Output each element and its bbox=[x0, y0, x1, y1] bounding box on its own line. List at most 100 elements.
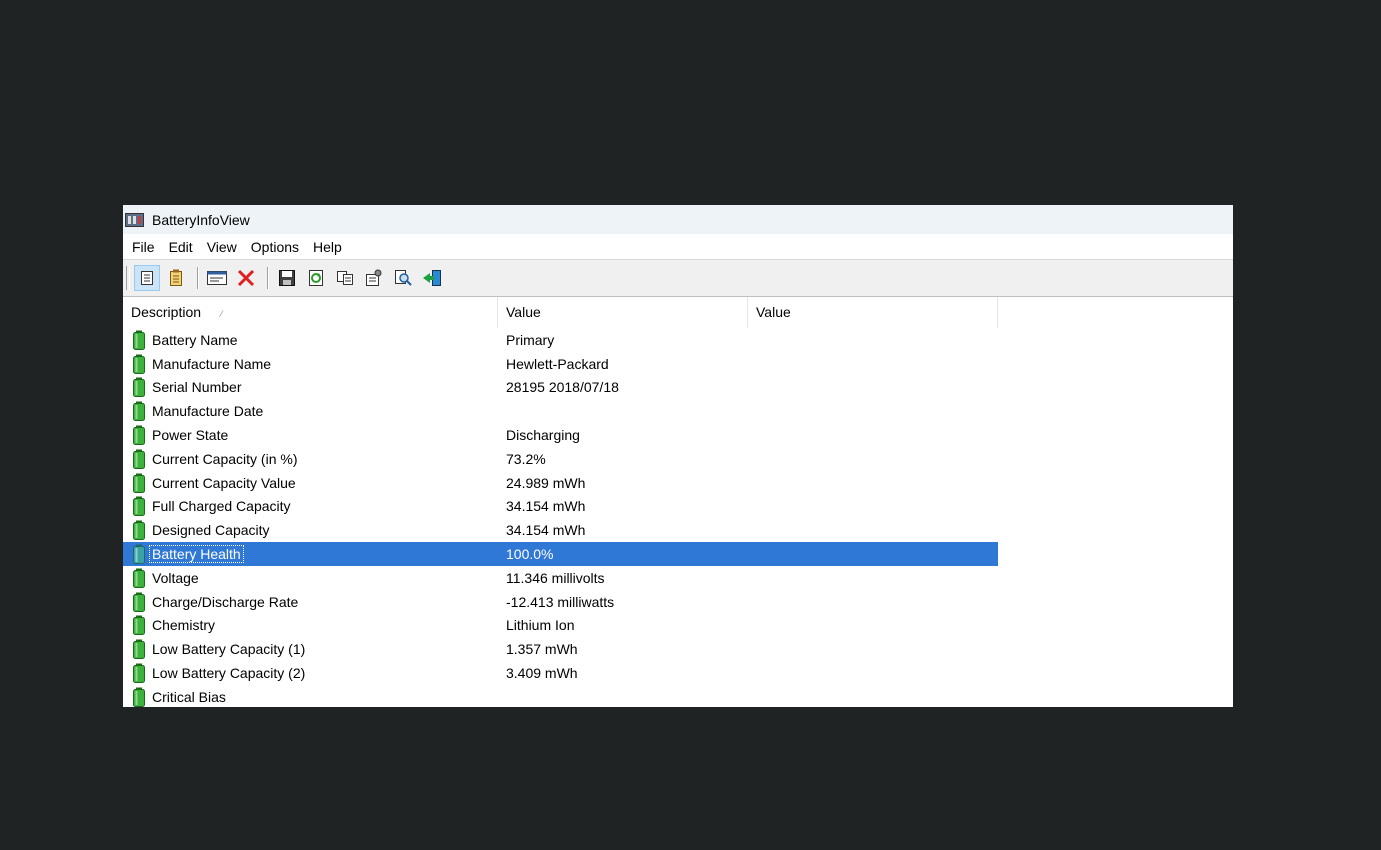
value-cell: Lithium Ion bbox=[506, 617, 575, 634]
battery-icon bbox=[133, 592, 145, 612]
app-window: BatteryInfoView File Edit View Options H… bbox=[123, 205, 1233, 707]
battery-icon bbox=[133, 425, 145, 446]
app-icon bbox=[125, 212, 145, 228]
table-row[interactable]: Serial Number 28195 2018/07/18 bbox=[123, 376, 998, 400]
value-cell: 100.0% bbox=[506, 546, 554, 563]
toolbar-grip[interactable] bbox=[126, 266, 130, 290]
description-cell: Battery Name bbox=[123, 330, 498, 350]
description-cell: Manufacture Name bbox=[123, 354, 498, 374]
properties-icon[interactable] bbox=[134, 265, 160, 291]
description-label: Battery Name bbox=[152, 331, 238, 348]
description-label: Low Battery Capacity (1) bbox=[152, 641, 306, 658]
battery-info-list[interactable]: Description ⁄ Value Value Battery Name Pr… bbox=[123, 297, 1233, 707]
table-row[interactable]: Low Battery Capacity (1) 1.357 mWh bbox=[123, 637, 998, 661]
description-label: Current Capacity (in %) bbox=[152, 450, 298, 467]
title-bar[interactable]: BatteryInfoView bbox=[123, 205, 1233, 234]
description-label: Charge/Discharge Rate bbox=[152, 593, 299, 610]
description-cell: Chemistry bbox=[123, 615, 498, 636]
battery-icon bbox=[133, 687, 145, 707]
description-cell: Power State bbox=[123, 425, 498, 446]
column-header-label: Value bbox=[756, 304, 791, 320]
table-row[interactable]: Full Charged Capacity 34.154 mWh bbox=[123, 495, 998, 519]
table-row[interactable]: Current Capacity Value 24.989 mWh bbox=[123, 471, 998, 495]
column-header-label: Description bbox=[131, 304, 202, 320]
table-row[interactable]: Battery Name Primary bbox=[123, 328, 998, 352]
table-row[interactable]: Voltage 11.346 millivolts bbox=[123, 566, 998, 590]
battery-icon bbox=[133, 330, 145, 350]
battery-icon bbox=[133, 377, 145, 398]
menu-edit[interactable]: Edit bbox=[169, 239, 193, 255]
list-body: Battery Name Primary Manufacture Name Hewle… bbox=[123, 328, 1233, 707]
battery-icon bbox=[133, 568, 145, 588]
description-cell: Voltage bbox=[123, 568, 498, 588]
table-row[interactable]: Designed Capacity 34.154 mWh bbox=[123, 518, 998, 542]
battery-icon bbox=[133, 663, 145, 684]
exit-icon[interactable] bbox=[419, 265, 445, 291]
value-cell: Hewlett-Packard bbox=[506, 355, 609, 372]
list-header: Description ⁄ Value Value bbox=[123, 297, 1233, 328]
table-row[interactable]: Chemistry Lithium Ion bbox=[123, 614, 998, 638]
value-cell: 28195 2018/07/18 bbox=[506, 379, 619, 396]
menu-help[interactable]: Help bbox=[313, 239, 342, 255]
menu-view[interactable]: View bbox=[207, 239, 237, 255]
battery-icon bbox=[133, 473, 145, 493]
refresh-icon[interactable] bbox=[303, 265, 329, 291]
menu-file[interactable]: File bbox=[132, 239, 155, 255]
description-cell: Manufacture Date bbox=[123, 401, 498, 422]
value-cell: 24.989 mWh bbox=[506, 474, 586, 491]
battery-icon bbox=[133, 520, 145, 541]
window-title: BatteryInfoView bbox=[152, 211, 250, 228]
description-cell: Battery Health bbox=[123, 544, 498, 565]
value-cell: 34.154 mWh bbox=[506, 522, 586, 539]
table-row[interactable]: Charge/Discharge Rate -12.413 milliwatts bbox=[123, 590, 998, 614]
toolbar bbox=[123, 259, 1233, 297]
menu-bar: File Edit View Options Help bbox=[123, 234, 1233, 259]
column-header-description[interactable]: Description ⁄ bbox=[123, 297, 498, 328]
find-icon[interactable] bbox=[390, 265, 416, 291]
description-label: Battery Health bbox=[149, 545, 244, 564]
description-label: Current Capacity Value bbox=[152, 474, 296, 491]
battery-icon bbox=[133, 401, 145, 422]
value-cell: -12.413 milliwatts bbox=[506, 593, 615, 610]
table-row[interactable]: Manufacture Name Hewlett-Packard bbox=[123, 352, 998, 376]
value-cell: Discharging bbox=[506, 427, 580, 444]
battery-icon bbox=[133, 544, 145, 565]
description-label: Power State bbox=[152, 427, 229, 444]
value-cell: Primary bbox=[506, 331, 555, 348]
notes-icon[interactable] bbox=[163, 265, 189, 291]
table-row[interactable]: Manufacture Date bbox=[123, 399, 998, 423]
table-row[interactable]: Power State Discharging bbox=[123, 423, 998, 447]
column-header-value-2[interactable]: Value bbox=[748, 297, 998, 328]
html-report-icon[interactable] bbox=[204, 265, 230, 291]
column-header-label: Value bbox=[506, 304, 541, 320]
menu-options[interactable]: Options bbox=[251, 239, 299, 255]
table-row[interactable]: Current Capacity (in %) 73.2% bbox=[123, 447, 998, 471]
battery-icon bbox=[133, 615, 145, 636]
copy-icon[interactable] bbox=[332, 265, 358, 291]
battery-icon bbox=[133, 354, 145, 374]
description-cell: Current Capacity (in %) bbox=[123, 449, 498, 469]
description-cell: Designed Capacity bbox=[123, 520, 498, 541]
delete-icon[interactable] bbox=[233, 265, 259, 291]
battery-icon bbox=[133, 449, 145, 469]
save-icon[interactable] bbox=[274, 265, 300, 291]
options-icon[interactable] bbox=[361, 265, 387, 291]
column-header-value[interactable]: Value bbox=[498, 297, 748, 328]
description-label: Designed Capacity bbox=[152, 522, 270, 539]
description-label: Critical Bias bbox=[152, 688, 226, 705]
toolbar-separator bbox=[267, 267, 269, 289]
description-cell: Low Battery Capacity (2) bbox=[123, 663, 498, 684]
description-label: Chemistry bbox=[152, 617, 216, 634]
table-row[interactable]: Battery Health 100.0% bbox=[123, 542, 998, 566]
description-label: Serial Number bbox=[152, 379, 242, 396]
description-label: Full Charged Capacity bbox=[152, 498, 291, 515]
table-row[interactable]: Critical Bias bbox=[123, 685, 998, 707]
description-cell: Charge/Discharge Rate bbox=[123, 592, 498, 612]
toolbar-separator bbox=[197, 267, 199, 289]
battery-icon bbox=[133, 639, 145, 660]
table-row[interactable]: Low Battery Capacity (2) 3.409 mWh bbox=[123, 661, 998, 685]
description-cell: Critical Bias bbox=[123, 687, 498, 707]
description-cell: Current Capacity Value bbox=[123, 473, 498, 493]
value-cell: 73.2% bbox=[506, 450, 546, 467]
battery-icon bbox=[133, 496, 145, 517]
